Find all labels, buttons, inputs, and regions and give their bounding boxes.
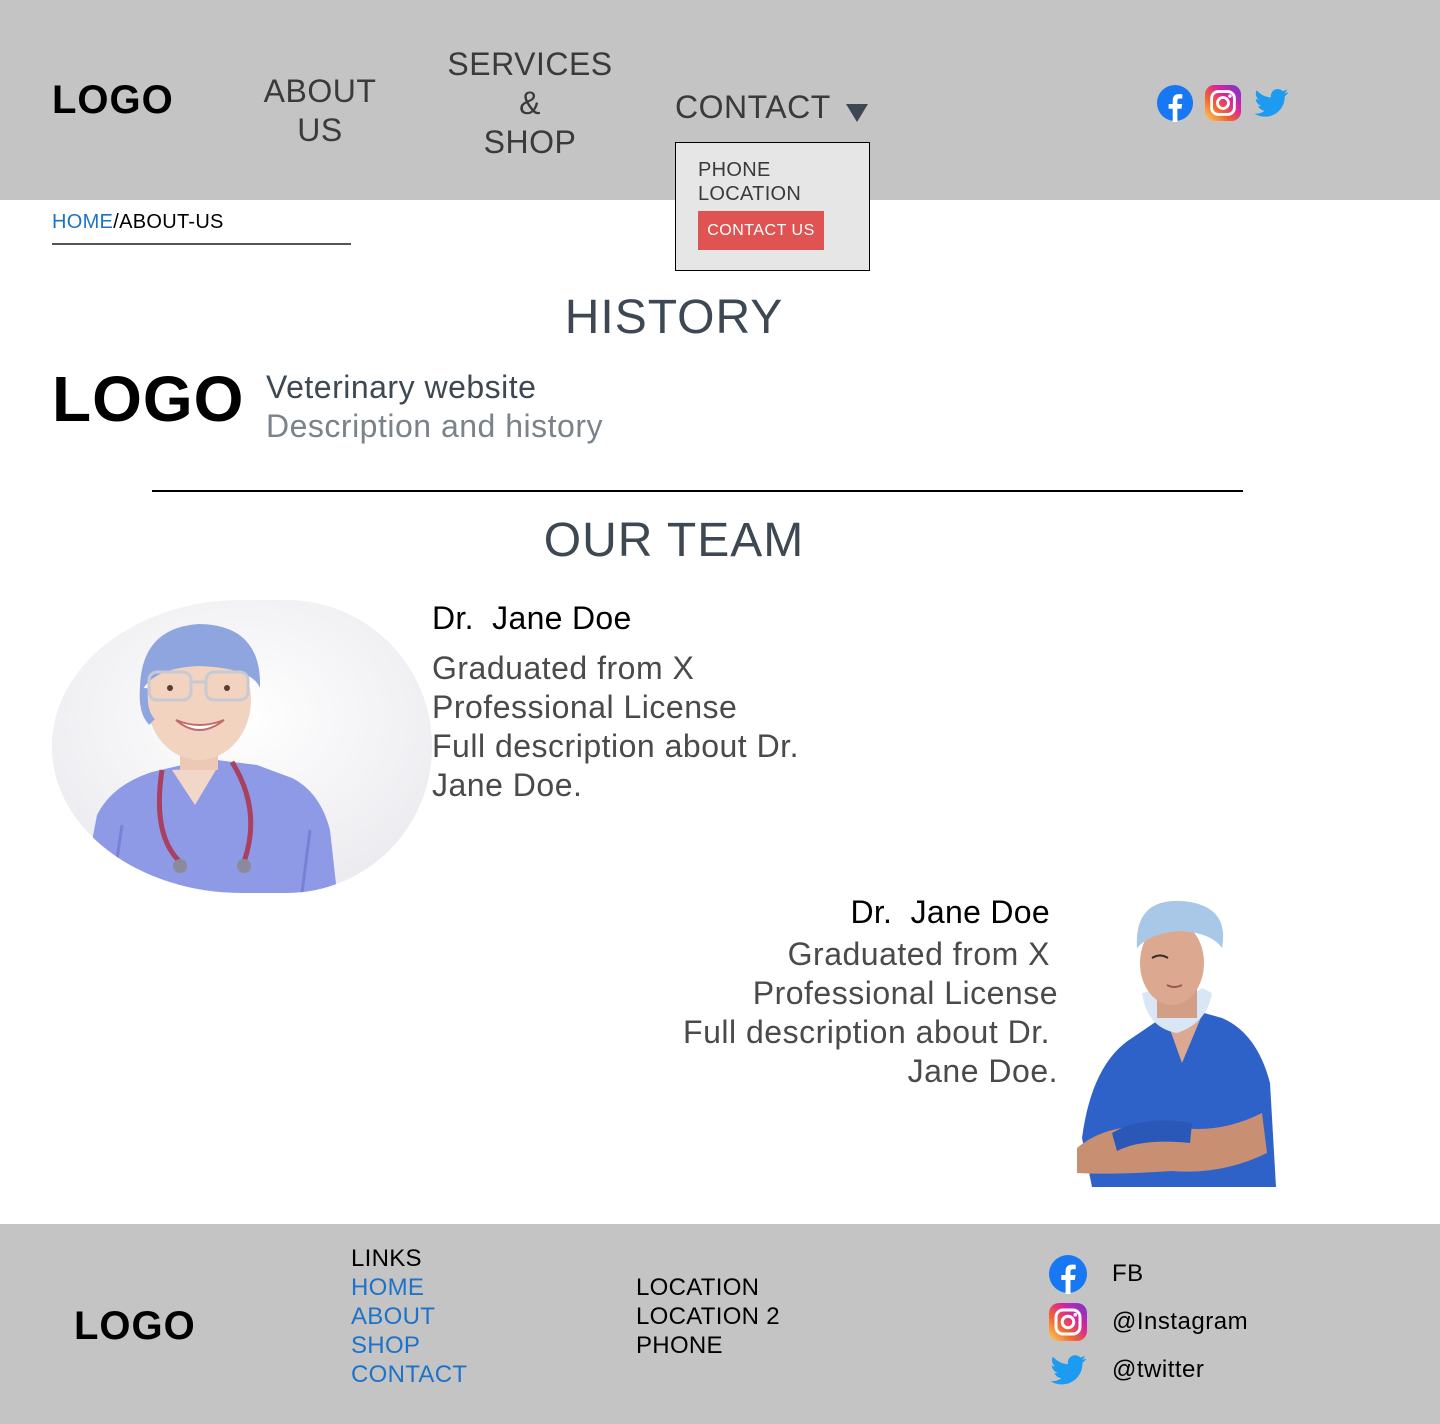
history-logo: LOGO (52, 363, 245, 435)
footer-location-1: LOCATION (636, 1274, 760, 1301)
team-member-1-description: Full description about Dr. (432, 728, 799, 764)
contact-us-button[interactable]: CONTACT US (698, 211, 824, 250)
history-title: HISTORY (564, 291, 784, 344)
footer-social-instagram[interactable]: @Instagram (1048, 1298, 1248, 1346)
nav-about-line1: ABOUT (263, 73, 377, 109)
site-footer: LOGO LINKS HOME ABOUT SHOP CONTACT LOCAT… (0, 1224, 1440, 1424)
breadcrumb: HOME/ABOUT-US (52, 211, 224, 234)
team-member-2-photo (1072, 893, 1277, 1187)
nav-services-line3: SHOP (483, 124, 577, 160)
contact-dropdown: PHONE LOCATION CONTACT US (675, 142, 870, 271)
team-member-2-name: Dr. Jane Doe (850, 894, 1050, 930)
instagram-icon[interactable] (1204, 84, 1242, 122)
nav-services-line2: & (519, 85, 541, 121)
team-member-1-education: Graduated from X (432, 650, 695, 686)
team-member-1-photo (52, 600, 432, 893)
footer-phone: PHONE (636, 1332, 723, 1359)
caret-down-icon[interactable] (846, 104, 868, 122)
team-member-1-license: Professional License (432, 689, 738, 725)
section-divider (152, 490, 1243, 492)
footer-link-home[interactable]: HOME (351, 1273, 467, 1302)
footer-social-twitter[interactable]: @twitter (1048, 1346, 1248, 1394)
footer-link-contact[interactable]: CONTACT (351, 1360, 467, 1389)
dropdown-phone[interactable]: PHONE (698, 159, 771, 182)
team-member-2-license: Professional License (752, 975, 1058, 1011)
nav-services-shop[interactable]: SERVICES & SHOP (440, 45, 620, 162)
footer-social-facebook-label: FB (1112, 1260, 1144, 1287)
nav-services-line1: SERVICES (447, 46, 613, 82)
nav-about-line2: US (297, 112, 343, 148)
team-member-2-description-cont: Jane Doe. (907, 1053, 1058, 1089)
header-social-links (1156, 84, 1290, 122)
footer-locations: LOCATION LOCATION 2 PHONE (636, 1273, 780, 1360)
breadcrumb-underline (52, 243, 351, 245)
footer-social-links: FB @Instagram @twitter (1048, 1250, 1248, 1394)
footer-logo[interactable]: LOGO (74, 1304, 196, 1349)
footer-social-twitter-label: @twitter (1112, 1356, 1205, 1383)
breadcrumb-home-link[interactable]: HOME (52, 211, 113, 233)
history-description: Description and history (266, 408, 603, 444)
history-site-name: Veterinary website (266, 369, 537, 405)
footer-social-instagram-label: @Instagram (1112, 1308, 1249, 1335)
nav-contact[interactable]: CONTACT (675, 88, 875, 127)
footer-location-2: LOCATION 2 (636, 1303, 780, 1330)
team-member-2-description: Full description about Dr. (683, 1014, 1050, 1050)
team-member-1-name: Dr. Jane Doe (432, 600, 632, 636)
nav-about-us[interactable]: ABOUT US (255, 72, 385, 150)
header-logo[interactable]: LOGO (52, 78, 174, 123)
twitter-icon (1048, 1350, 1088, 1390)
footer-link-about[interactable]: ABOUT (351, 1302, 467, 1331)
team-member-2-education: Graduated from X (787, 936, 1050, 972)
facebook-icon[interactable] (1156, 84, 1194, 122)
facebook-icon (1048, 1254, 1088, 1294)
footer-social-facebook[interactable]: FB (1048, 1250, 1248, 1298)
team-member-1-description-cont: Jane Doe. (432, 767, 583, 803)
team-title: OUR TEAM (543, 514, 805, 567)
footer-links-heading: LINKS (351, 1245, 422, 1272)
instagram-icon (1048, 1302, 1088, 1342)
footer-link-shop[interactable]: SHOP (351, 1331, 467, 1360)
dropdown-location[interactable]: LOCATION (698, 183, 801, 206)
twitter-icon[interactable] (1252, 84, 1290, 122)
footer-links: LINKS HOME ABOUT SHOP CONTACT (351, 1244, 467, 1389)
breadcrumb-current: ABOUT-US (119, 211, 224, 233)
